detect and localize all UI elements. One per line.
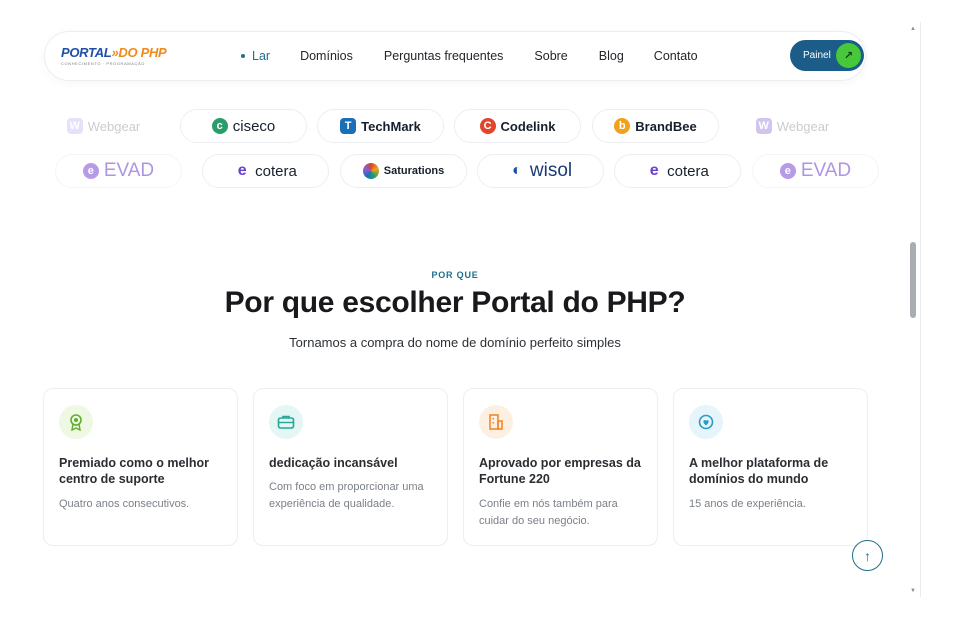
active-dot-icon	[241, 54, 245, 58]
feature-title: Aprovado por empresas da Fortune 220	[479, 456, 641, 486]
painel-button[interactable]: Painel ↗	[790, 40, 864, 71]
page-edge-divider	[920, 22, 921, 597]
scroll-down-icon[interactable]: ▼	[909, 587, 917, 595]
webgear-logo-icon: W	[755, 118, 772, 134]
cotera-logo-icon: e	[237, 162, 247, 179]
section-subtitle: Tornamos a compra do nome de domínio per…	[289, 335, 621, 350]
brand-pill: e EVAD	[55, 154, 182, 188]
feature-card: A melhor plataforma de domínios do mundo…	[673, 388, 868, 546]
nav-item-blog[interactable]: Blog	[599, 49, 624, 63]
feature-title: dedicação incansável	[269, 456, 398, 470]
heart-shield-icon	[689, 405, 723, 439]
logo-wordmark: PORTAL»DO PHP	[61, 45, 167, 60]
nav-item-sobre[interactable]: Sobre	[534, 49, 567, 63]
brand-pill: e EVAD	[752, 154, 879, 188]
brand-pill: W Webgear	[729, 109, 856, 143]
feature-card: dedicação incansável Com foco em proporc…	[253, 388, 448, 546]
scroll-up-icon[interactable]: ▲	[909, 25, 917, 33]
nav-item-lar[interactable]: Lar	[241, 49, 270, 63]
site-header: PORTAL»DO PHP CONHECIMENTO · PROGRAMAÇÃO…	[44, 31, 866, 81]
webgear-logo-icon: W	[66, 118, 83, 134]
brand-pill: W Webgear	[40, 109, 167, 143]
nav-item-dominios[interactable]: Domínios	[300, 49, 353, 63]
building-icon	[479, 405, 513, 439]
site-logo[interactable]: PORTAL»DO PHP CONHECIMENTO · PROGRAMAÇÃO	[61, 45, 167, 69]
feature-desc: 15 anos de experiência.	[689, 498, 806, 510]
brand-pill: e cotera	[202, 154, 329, 188]
codelink-logo-icon: C	[479, 118, 496, 134]
painel-button-label: Painel	[803, 50, 831, 61]
award-icon	[59, 405, 93, 439]
section-title: Por que escolher Portal do PHP?	[224, 286, 686, 319]
brand-pill: e cotera	[614, 154, 741, 188]
brand-pill: c ciseco	[180, 109, 307, 143]
saturations-logo-icon	[362, 163, 379, 179]
brand-pill: ◐ wisol	[477, 154, 604, 188]
back-to-top-button[interactable]: ↑	[852, 540, 883, 571]
section-eyebrow: POR QUE	[431, 270, 479, 280]
feature-card: Aprovado por empresas da Fortune 220 Con…	[463, 388, 658, 546]
feature-desc: Com foco em proporcionar uma experiência…	[269, 481, 424, 510]
feature-title: Premiado como o melhor centro de suporte	[59, 456, 210, 486]
wisol-logo-icon: ◐	[512, 162, 522, 179]
arrow-up-icon: ↑	[864, 547, 871, 564]
nav-item-perguntas[interactable]: Perguntas frequentes	[384, 49, 504, 63]
feature-card: Premiado como o melhor centro de suporte…	[43, 388, 238, 546]
main-nav: Lar Domínios Perguntas frequentes Sobre …	[241, 32, 698, 80]
brandbee-logo-icon: b	[614, 118, 631, 134]
evad-logo-icon: e	[779, 163, 796, 179]
feature-desc: Quatro anos consecutivos.	[59, 498, 190, 510]
brand-pill: Saturations	[340, 154, 467, 188]
nav-item-contato[interactable]: Contato	[654, 49, 698, 63]
ciseco-logo-icon: c	[211, 118, 228, 134]
brand-pill: C Codelink	[454, 109, 581, 143]
brand-pill: T TechMark	[317, 109, 444, 143]
brand-pill: b BrandBee	[592, 109, 719, 143]
logo-tagline: CONHECIMENTO · PROGRAMAÇÃO	[61, 61, 145, 66]
arrow-up-right-icon: ↗	[836, 43, 861, 68]
feature-title: A melhor plataforma de domínios do mundo	[689, 456, 829, 486]
feature-desc: Confie em nós também para cuidar do seu …	[479, 498, 618, 527]
techmark-logo-icon: T	[340, 118, 357, 134]
evad-logo-icon: e	[82, 163, 99, 179]
cotera-logo-icon: e	[649, 162, 659, 179]
scroll-thumb[interactable]	[910, 242, 916, 318]
briefcase-icon	[269, 405, 303, 439]
